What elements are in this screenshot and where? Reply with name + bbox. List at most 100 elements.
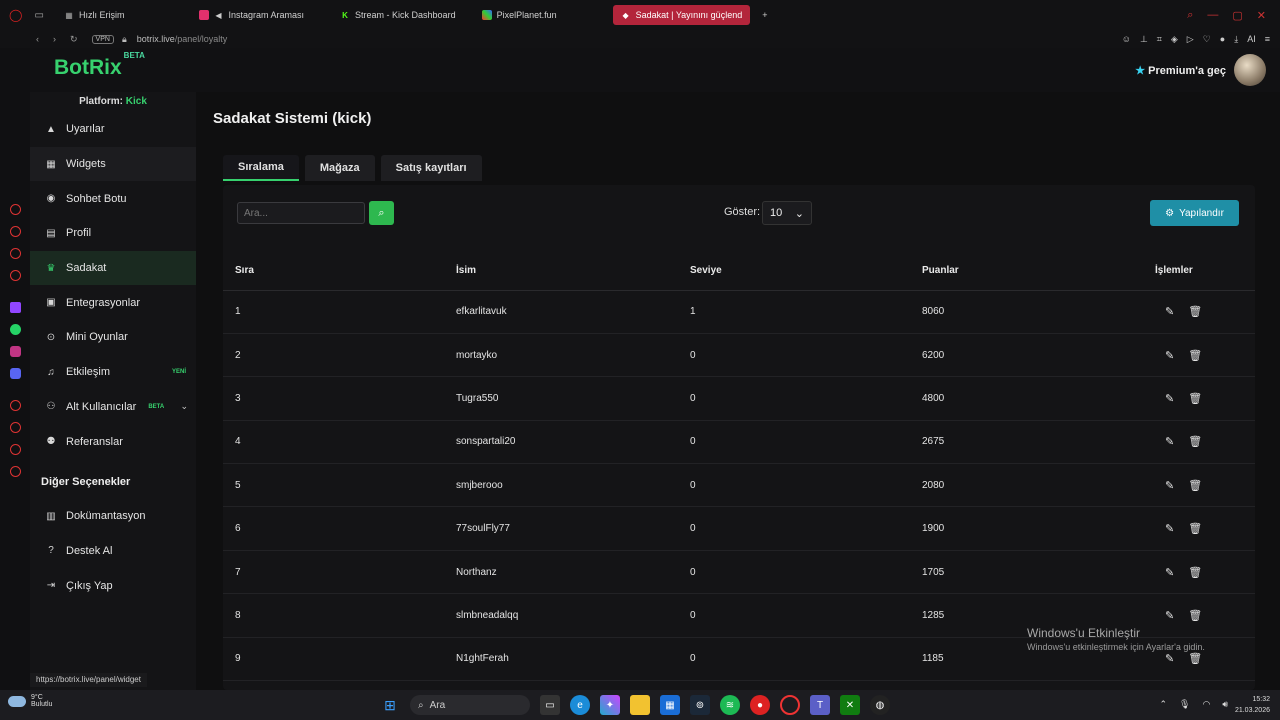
back-icon[interactable]: ‹ — [36, 34, 39, 45]
column-header-rank[interactable]: Sıra — [223, 252, 456, 291]
premium-button[interactable]: ★ Premium'a geç — [1135, 64, 1226, 77]
avatar[interactable] — [1234, 54, 1266, 86]
tab-magaza[interactable]: Mağaza — [304, 155, 375, 181]
sidebar-item-sadakat[interactable]: ♛ Sadakat — [30, 250, 196, 286]
sidebar-item-entegrasyonlar[interactable]: ▣ Entegrasyonlar — [30, 285, 196, 320]
weather-widget[interactable]: 9°C Bulutlu — [8, 694, 52, 708]
rail-settings-icon[interactable] — [10, 466, 21, 477]
sidebar-item-sohbet-botu[interactable]: ◉ Sohbet Botu — [30, 181, 196, 216]
rail-whatsapp-icon[interactable] — [10, 324, 21, 335]
clock[interactable]: 15:32 21.03.2026 — [1235, 694, 1270, 716]
sidebar-item-etkilesim[interactable]: ♫ Etkileşim YENİ — [30, 355, 196, 390]
rail-opera-icon[interactable] — [10, 226, 21, 237]
delete-icon[interactable]: 🗑︎ — [1188, 652, 1202, 665]
edit-icon[interactable]: ✎ — [1165, 392, 1174, 405]
delete-icon[interactable]: 🗑︎ — [1188, 522, 1202, 535]
file-explorer-icon[interactable] — [630, 695, 650, 715]
column-header-level[interactable]: Seviye — [690, 252, 922, 291]
search-tabs-icon[interactable]: ⌕ — [1187, 9, 1193, 22]
rail-aria-icon[interactable] — [10, 204, 21, 215]
delete-icon[interactable]: 🗑︎ — [1188, 435, 1202, 448]
tab-sadakat[interactable]: ◆ Sadakat | Yayınını güçlend — [612, 5, 751, 25]
edit-icon[interactable]: ✎ — [1165, 349, 1174, 362]
aria-icon[interactable]: AI — [1247, 34, 1256, 45]
botrix-logo[interactable]: BotRixBETA — [54, 51, 145, 80]
teams-icon[interactable]: T — [810, 695, 830, 715]
sidebar-item-cikis-yap[interactable]: ⇥ Çıkış Yap — [30, 568, 196, 603]
rail-player-icon[interactable] — [10, 400, 21, 411]
task-view-icon[interactable]: ▭ — [540, 695, 560, 715]
pin-icon[interactable]: ⊥ — [1140, 34, 1148, 45]
rail-discord-icon[interactable] — [10, 368, 21, 379]
download-icon[interactable]: ⤓ — [1234, 34, 1238, 45]
app-red-icon[interactable]: ● — [750, 695, 770, 715]
minimize-icon[interactable]: — — [1207, 9, 1218, 22]
edit-icon[interactable]: ✎ — [1165, 479, 1174, 492]
reload-icon[interactable]: ↻ — [70, 34, 78, 45]
profile-icon[interactable]: ● — [1220, 34, 1225, 45]
configure-button[interactable]: ⚙ Yapılandır — [1150, 200, 1239, 226]
volume-icon[interactable]: 🔊︎ — [1222, 699, 1228, 710]
tab-satis-kayitlari[interactable]: Satış kayıtları — [380, 155, 482, 181]
wifi-icon[interactable]: ◠ — [1202, 699, 1210, 710]
new-tab-button[interactable]: + — [754, 5, 775, 25]
edit-icon[interactable]: ✎ — [1165, 522, 1174, 535]
windows-start-icon[interactable]: ⊞ — [380, 695, 400, 715]
rail-history-icon[interactable] — [10, 422, 21, 433]
heart-icon[interactable]: ♡ — [1203, 34, 1211, 45]
delete-icon[interactable]: 🗑︎ — [1188, 392, 1202, 405]
emoji-icon[interactable]: ☺ — [1122, 34, 1131, 45]
copilot-icon[interactable]: ✦ — [600, 695, 620, 715]
chevron-down-icon[interactable]: ⌄ — [180, 401, 188, 412]
sidebar-item-widgets[interactable]: ▦ Widgets — [30, 146, 196, 182]
forward-icon[interactable]: › — [53, 34, 56, 45]
snapshot-icon[interactable]: ⌗ — [1157, 34, 1162, 45]
rail-extensions-icon[interactable] — [10, 444, 21, 455]
column-header-points[interactable]: Puanlar — [922, 252, 1155, 291]
sidebar-item-alt-kullanicilar[interactable]: ⚇ Alt Kullanıcılar BETA ⌄ — [30, 390, 196, 425]
tray-chevron-icon[interactable]: ⌃ — [1159, 699, 1167, 710]
steam-icon[interactable]: ⊚ — [690, 695, 710, 715]
tab-siralama[interactable]: Sıralama — [223, 155, 299, 181]
edit-icon[interactable]: ✎ — [1165, 566, 1174, 579]
edit-icon[interactable]: ✎ — [1165, 305, 1174, 318]
rail-instagram-icon[interactable] — [10, 346, 21, 357]
edge-icon[interactable]: e — [570, 695, 590, 715]
player-icon[interactable]: ▷ — [1187, 34, 1194, 45]
xbox-icon[interactable]: ✕ — [840, 695, 860, 715]
adblock-shield-icon[interactable]: ◈ — [1171, 34, 1178, 45]
tab-instagram[interactable]: ◀ Instagram Araması — [191, 5, 313, 25]
taskbar-search[interactable]: ⌕ Ara — [410, 695, 530, 715]
delete-icon[interactable]: 🗑︎ — [1188, 305, 1202, 318]
rail-twitch-icon[interactable] — [10, 302, 21, 313]
column-header-name[interactable]: İsim — [456, 252, 690, 291]
delete-icon[interactable]: 🗑︎ — [1188, 609, 1202, 622]
delete-icon[interactable]: 🗑︎ — [1188, 349, 1202, 362]
maximize-icon[interactable]: ▢ — [1232, 9, 1242, 22]
workspaces-icon[interactable]: ▭ — [34, 10, 43, 21]
microphone-icon[interactable]: 🎙︎ — [1179, 699, 1190, 710]
spotify-icon[interactable]: ≋ — [720, 695, 740, 715]
sidebar-item-uyarilar[interactable]: ▲ Uyarılar — [30, 112, 196, 147]
url-field[interactable]: botrix.live/panel/loyalty — [137, 34, 228, 44]
close-icon[interactable]: ✕ — [1257, 9, 1266, 22]
rail-messenger-icon[interactable] — [10, 248, 21, 259]
delete-icon[interactable]: 🗑︎ — [1188, 566, 1202, 579]
edit-icon[interactable]: ✎ — [1165, 609, 1174, 622]
sidebar-item-mini-oyunlar[interactable]: ⊙ Mini Oyunlar — [30, 320, 196, 355]
sidebar-item-destek-al[interactable]: ? Destek Al — [30, 534, 196, 569]
sidebar-item-referanslar[interactable]: ⚉ Referanslar — [30, 424, 196, 459]
rail-mail-icon[interactable] — [10, 270, 21, 281]
edit-icon[interactable]: ✎ — [1165, 435, 1174, 448]
edit-icon[interactable]: ✎ — [1165, 652, 1174, 665]
opera-logo-icon[interactable]: ◯ — [9, 8, 22, 22]
menu-icon[interactable]: ≡ — [1265, 34, 1270, 45]
vpn-badge[interactable]: VPN — [91, 34, 114, 44]
sidebar-item-profil[interactable]: ▤ Profil — [30, 216, 196, 251]
search-input[interactable] — [237, 202, 365, 224]
delete-icon[interactable]: 🗑︎ — [1188, 479, 1202, 492]
opera-taskbar-icon[interactable] — [780, 695, 800, 715]
store-icon[interactable]: ▦ — [660, 695, 680, 715]
page-size-select[interactable]: 10 ⌄ — [762, 201, 812, 225]
search-button[interactable]: ⌕ — [369, 201, 394, 225]
